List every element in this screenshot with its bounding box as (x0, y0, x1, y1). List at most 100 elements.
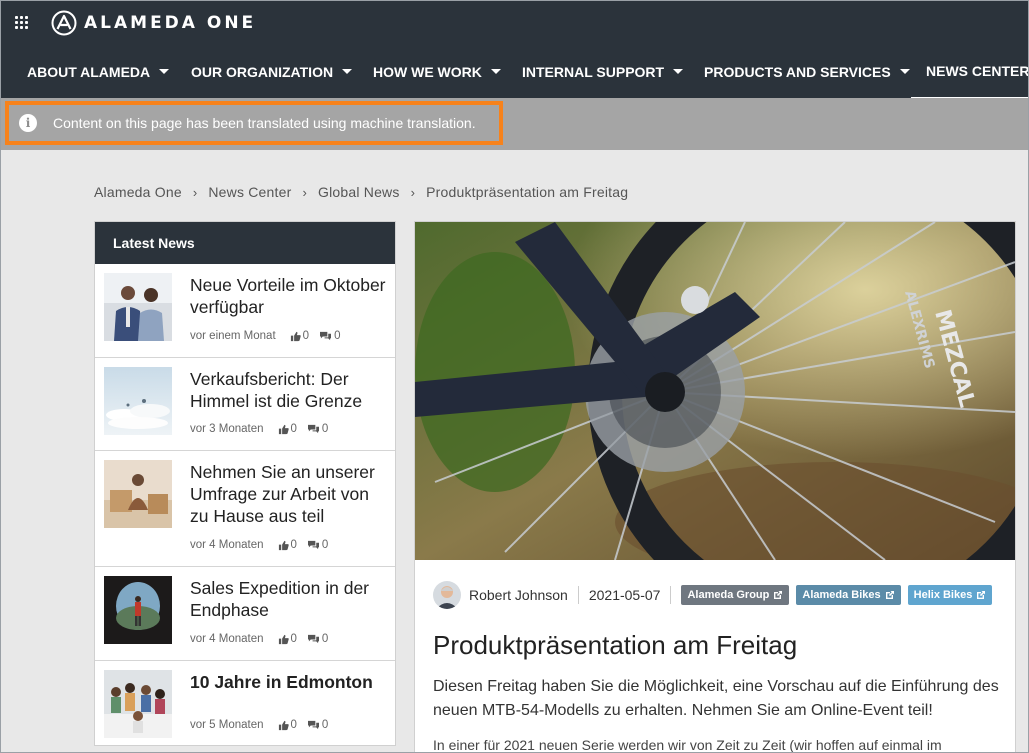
site-name: ALAMEDA ONE (84, 13, 257, 33)
tag-label: Alameda Bikes (802, 589, 881, 601)
news-thumbnail-home-office (104, 460, 172, 528)
tag-helix-bikes[interactable]: Helix Bikes (907, 585, 993, 605)
external-link-icon (885, 591, 894, 599)
tag-alameda-bikes[interactable]: Alameda Bikes (796, 585, 901, 605)
likes-count: 0 (290, 330, 309, 342)
news-item-meta: vor 3 Monaten 0 0 (190, 423, 328, 435)
comments-icon (307, 540, 319, 549)
article-meta: Robert Johnson 2021-05-07 Alameda Group … (433, 580, 999, 610)
translation-notice-text: Content on this page has been translated… (53, 115, 476, 131)
info-icon: i (19, 114, 37, 132)
news-thumbnail-business-people (104, 273, 172, 341)
breadcrumb: Alameda One › News Center › Global News … (94, 183, 628, 201)
chevron-right-icon: › (302, 184, 307, 200)
news-item-title: Sales Expedition in der Endphase (190, 578, 369, 620)
news-list-item[interactable]: Sales Expedition in der Endphase vor 4 M… (95, 567, 395, 661)
site-logo[interactable]: ALAMEDA ONE (51, 9, 256, 37)
comments-count: 0 (307, 423, 328, 435)
divider (577, 586, 579, 604)
comments-value: 0 (321, 719, 329, 731)
nav-label: ABOUT ALAMEDA (27, 63, 151, 80)
news-item-time: vor 4 Monaten (190, 633, 264, 645)
comments-value: 0 (321, 423, 329, 435)
news-item-title: Nehmen Sie an unserer Umfrage zur Arbeit… (190, 462, 375, 526)
breadcrumb-link-global-news[interactable]: Global News (318, 184, 400, 200)
breadcrumb-link-home[interactable]: Alameda One (94, 184, 182, 200)
external-link-icon (977, 591, 986, 599)
divider (670, 586, 672, 604)
comments-icon (307, 424, 319, 433)
breadcrumb-current-page: Produktpräsentation am Freitag (426, 184, 629, 200)
news-item-meta: vor 4 Monaten 0 0 (190, 539, 328, 551)
caret-down-icon (490, 69, 501, 74)
translation-banner: i Content on this page has been translat… (1, 98, 1028, 150)
news-item-title: Neue Vorteile im Oktober verfügbar (190, 275, 386, 317)
news-thumbnail-cloud-sky (104, 367, 172, 435)
app-launcher-grid-icon[interactable] (15, 16, 29, 30)
caret-down-icon (673, 69, 684, 74)
news-item-meta: vor einem Monat 0 0 (190, 330, 340, 342)
news-list-item[interactable]: 10 Jahre in Edmonton vor 5 Monaten 0 0 (95, 661, 395, 745)
nav-label: HOW WE WORK (373, 63, 482, 80)
news-item-time: vor 3 Monaten (190, 423, 264, 435)
chevron-right-icon: › (410, 184, 416, 200)
comments-value: 0 (321, 633, 329, 645)
news-item-time: vor 5 Monaten (190, 719, 264, 731)
thumbs-up-icon (290, 331, 301, 341)
news-item-title: Verkaufsbericht: Der Himmel ist die Gren… (190, 369, 363, 411)
news-list-item[interactable]: Verkaufsbericht: Der Himmel ist die Gren… (95, 358, 395, 451)
nav-item-products-and-services[interactable]: PRODUCTS AND SERVICES (704, 45, 910, 98)
news-thumbnail-cave-expedition (104, 576, 172, 644)
nav-item-how-we-work[interactable]: HOW WE WORK (373, 45, 501, 98)
comments-count: 0 (307, 539, 328, 551)
comments-count: 0 (319, 330, 340, 342)
news-list-item[interactable]: Nehmen Sie an unserer Umfrage zur Arbeit… (95, 451, 395, 567)
tag-label: Helix Bikes (913, 589, 973, 601)
chevron-right-icon: › (192, 184, 198, 200)
breadcrumb-link-news-center[interactable]: News Center (208, 184, 291, 200)
likes-value: 0 (290, 423, 297, 435)
author-avatar[interactable] (433, 581, 461, 609)
news-item-meta: vor 5 Monaten 0 0 (190, 719, 328, 731)
comments-count: 0 (307, 719, 328, 731)
comments-icon (307, 720, 319, 729)
news-thumbnail-team-group (104, 670, 172, 738)
nav-item-about-alameda[interactable]: ABOUT ALAMEDA (27, 45, 170, 98)
external-link-icon (774, 591, 783, 599)
thumbs-up-icon (278, 720, 289, 730)
likes-value: 0 (290, 719, 297, 731)
comments-icon (307, 634, 319, 643)
thumbs-up-icon (278, 424, 289, 434)
nav-item-our-organization[interactable]: OUR ORGANIZATION (191, 45, 353, 98)
article-hero-image-bike-wheel: MEZCAL ALEXRIMS (415, 222, 1015, 560)
latest-news-heading: Latest News (95, 222, 395, 264)
top-bar: ALAMEDA ONE (1, 1, 1028, 45)
nav-label: INTERNAL SUPPORT (522, 63, 665, 80)
translation-notice: i Content on this page has been translat… (5, 101, 503, 145)
latest-news-panel: Latest News Neue Vorteile im Oktober ver… (94, 221, 396, 746)
likes-count: 0 (278, 423, 297, 435)
article-lead: Diesen Freitag haben Sie die Möglichkeit… (433, 678, 999, 719)
news-list-item[interactable]: Neue Vorteile im Oktober verfügbar vor e… (95, 264, 395, 358)
comments-icon (320, 331, 332, 340)
article-card: MEZCAL ALEXRIMS Robert Johnson 2021-05-0… (414, 221, 1016, 753)
tag-alameda-group[interactable]: Alameda Group (681, 585, 790, 605)
author-name[interactable]: Robert Johnson (469, 587, 568, 603)
article-body: In einer für 2021 neuen Serie werden wir… (433, 737, 942, 753)
caret-down-icon (899, 69, 910, 74)
article-date: 2021-05-07 (588, 587, 661, 603)
likes-value: 0 (290, 539, 297, 551)
main-navigation: ABOUT ALAMEDA OUR ORGANIZATION HOW WE WO… (1, 45, 1028, 98)
nav-item-internal-support[interactable]: INTERNAL SUPPORT (522, 45, 684, 98)
comments-count: 0 (307, 633, 328, 645)
news-item-title: 10 Jahre in Edmonton (190, 672, 373, 692)
nav-item-news-center[interactable]: NEWS CENTER (911, 45, 1028, 98)
thumbs-up-icon (278, 540, 289, 550)
article-title: Produktpräsentation am Freitag (433, 630, 798, 660)
nav-label: OUR ORGANIZATION (191, 63, 334, 80)
news-item-meta: vor 4 Monaten 0 0 (190, 633, 328, 645)
likes-count: 0 (278, 539, 297, 551)
likes-count: 0 (278, 633, 297, 645)
news-item-time: vor einem Monat (190, 330, 276, 342)
tag-label: Alameda Group (687, 589, 770, 601)
